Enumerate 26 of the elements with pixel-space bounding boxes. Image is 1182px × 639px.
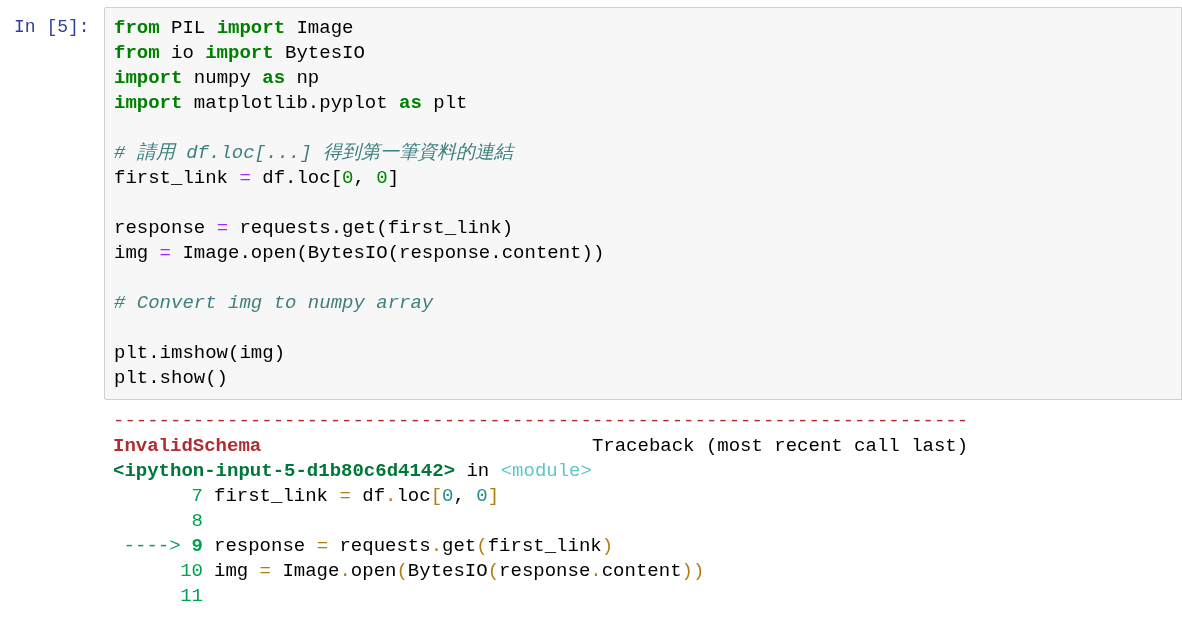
line-number: 7 [191, 484, 203, 509]
traceback-location: <ipython-input-5-d1b80c6d4142> in <module> [113, 459, 592, 484]
code-line: plt.imshow(img) [114, 341, 286, 366]
traceback-code-line: response = requests.get(first_link) [214, 534, 614, 559]
code-line: from PIL import Image [114, 16, 354, 41]
code-line: img = Image.open(BytesIO(response.content)) [114, 241, 605, 266]
traceback-header: Traceback (most recent call last) [591, 434, 969, 459]
code-line: response = requests.get(first_link) [114, 216, 514, 241]
code-line: import matplotlib.pyplot as plt [114, 91, 468, 116]
code-line: # 請用 df.loc[...] 得到第一筆資料的連結 [114, 141, 514, 166]
code-line: from io import BytesIO [114, 41, 365, 66]
code-line: plt.show() [114, 366, 229, 391]
error-name: InvalidSchema [113, 434, 262, 459]
separator-line: --------------------------------------------------------------------------- [113, 409, 969, 434]
code-line: first_link = df.loc[0, 0] [114, 166, 400, 191]
code-line: import numpy as np [114, 66, 320, 91]
code-cell[interactable] [104, 7, 1182, 400]
line-number: 11 [180, 584, 203, 609]
current-line-arrow: ----> [123, 534, 181, 559]
traceback-code-line: first_link = df.loc[0, 0] [214, 484, 500, 509]
line-number: 10 [180, 559, 203, 584]
code-line: # Convert img to numpy array [114, 291, 434, 316]
line-number: 8 [191, 509, 203, 534]
line-number: 9 [191, 534, 203, 559]
input-prompt: In [5]: [14, 16, 91, 39]
traceback-code-line: img = Image.open(BytesIO(response.content)) [214, 559, 705, 584]
